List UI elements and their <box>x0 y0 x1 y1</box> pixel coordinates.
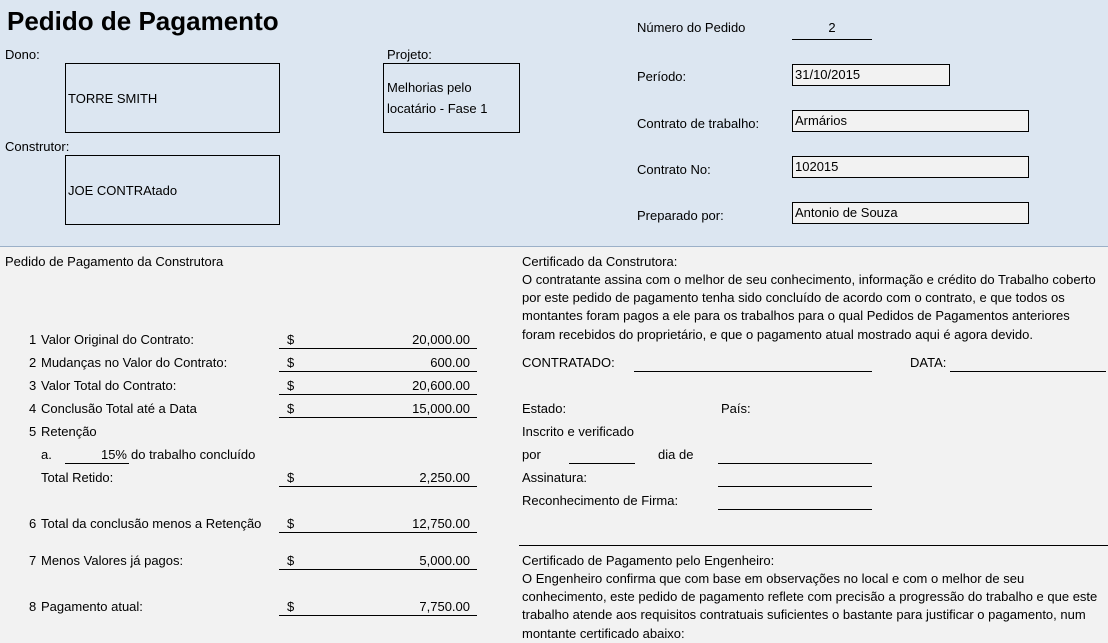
registered-label: Inscrito e verificado <box>522 424 634 439</box>
item-value: 5,000.00 <box>419 553 470 568</box>
item-value: 7,750.00 <box>419 599 470 614</box>
work-contract-label: Contrato de trabalho: <box>637 116 760 131</box>
builder-label: Construtor: <box>5 139 70 154</box>
item-underline <box>279 615 477 616</box>
item-label: Menos Valores já pagos: <box>41 553 184 568</box>
item-label: Mudanças no Valor do Contrato: <box>41 355 228 370</box>
state-label: Estado: <box>522 401 567 416</box>
day-of-line[interactable] <box>718 463 872 464</box>
item-label: Total da conclusão menos a Retenção <box>41 516 262 531</box>
item-underline <box>279 486 477 487</box>
currency-symbol: $ <box>287 470 295 485</box>
order-number-label: Número do Pedido <box>637 20 746 35</box>
currency-symbol: $ <box>287 332 295 347</box>
item-label: Pagamento atual: <box>41 599 143 614</box>
country-label: País: <box>721 401 751 416</box>
item-underline <box>279 371 477 372</box>
date-label: DATA: <box>910 355 947 370</box>
item-underline <box>279 532 477 533</box>
item-value: 15,000.00 <box>412 401 470 416</box>
total-retained-label: Total Retido: <box>41 470 114 485</box>
prepared-by-label: Preparado por: <box>637 208 724 223</box>
owner-label: Dono: <box>5 47 40 62</box>
project-value-line2: locatário - Fase 1 <box>387 101 488 116</box>
order-number-underline <box>792 39 872 40</box>
contracted-signature-line[interactable] <box>634 371 872 372</box>
currency-symbol: $ <box>287 553 295 568</box>
item-value: 20,000.00 <box>412 332 470 347</box>
item-underline <box>279 569 477 570</box>
contract-no-field[interactable]: 102015 <box>792 156 1029 178</box>
page-title: Pedido de Pagamento <box>7 6 279 36</box>
item-number: 3 <box>29 378 37 393</box>
retention-a-label: a. <box>41 447 52 462</box>
item-number: 8 <box>29 599 37 614</box>
period-label: Período: <box>637 69 687 84</box>
owner-box[interactable]: TORRE SMITH <box>65 63 280 133</box>
item-label: Valor Original do Contrato: <box>41 332 194 347</box>
notary-line[interactable] <box>718 509 872 510</box>
item-number: 7 <box>29 553 37 568</box>
signature-line[interactable] <box>718 486 872 487</box>
signature-label: Assinatura: <box>522 470 588 485</box>
certificate-title: Certificado da Construtora: <box>522 254 678 269</box>
builder-value: JOE CONTRAtado <box>68 183 178 198</box>
retention-percent-underline <box>65 463 129 464</box>
engineer-title: Certificado de Pagamento pelo Engenheiro… <box>522 553 775 568</box>
item-number: 1 <box>29 332 37 347</box>
notary-label: Reconhecimento de Firma: <box>522 493 679 508</box>
item-number: 2 <box>29 355 37 370</box>
item-number: 5 <box>29 424 37 439</box>
certificate-body: O contratante assina com o melhor de seu… <box>522 272 1096 342</box>
item-underline <box>279 348 477 349</box>
item-value: 20,600.00 <box>412 378 470 393</box>
request-section-title: Pedido de Pagamento da Construtora <box>5 254 224 269</box>
currency-symbol: $ <box>287 599 295 614</box>
project-box[interactable]: Melhorias pelo locatário - Fase 1 <box>383 63 520 133</box>
item-label: Conclusão Total até a Data <box>41 401 197 416</box>
item-value: 12,750.00 <box>412 516 470 531</box>
retention-a-suffix: do trabalho concluído <box>131 447 256 462</box>
period-field[interactable]: 31/10/2015 <box>792 64 950 86</box>
contract-no-label: Contrato No: <box>637 162 711 177</box>
project-label: Projeto: <box>387 47 432 62</box>
builder-box[interactable]: JOE CONTRAtado <box>65 155 280 225</box>
item-value: 600.00 <box>430 355 470 370</box>
item-underline <box>279 394 477 395</box>
currency-symbol: $ <box>287 516 295 531</box>
retention-percent[interactable]: 15% <box>65 447 127 462</box>
engineer-body: O Engenheiro confirma que com base em ob… <box>522 571 1098 641</box>
engineer-separator <box>519 545 1108 546</box>
by-label: por <box>522 447 541 462</box>
item-number: 4 <box>29 401 37 416</box>
day-of-label: dia de <box>658 447 694 462</box>
project-value-line1: Melhorias pelo <box>387 80 472 95</box>
work-contract-field[interactable]: Armários <box>792 110 1029 132</box>
contracted-label: CONTRATADO: <box>522 355 615 370</box>
currency-symbol: $ <box>287 378 295 393</box>
by-line[interactable] <box>569 463 635 464</box>
prepared-by-field[interactable]: Antonio de Souza <box>792 202 1029 224</box>
currency-symbol: $ <box>287 401 295 416</box>
order-number-value: 2 <box>828 20 836 35</box>
item-underline <box>279 417 477 418</box>
date-line[interactable] <box>950 371 1106 372</box>
owner-value: TORRE SMITH <box>68 91 158 106</box>
retention-label: Retenção <box>41 424 97 439</box>
currency-symbol: $ <box>287 355 295 370</box>
total-retained-value: 2,250.00 <box>419 470 470 485</box>
item-number: 6 <box>29 516 37 531</box>
item-label: Valor Total do Contrato: <box>41 378 177 393</box>
